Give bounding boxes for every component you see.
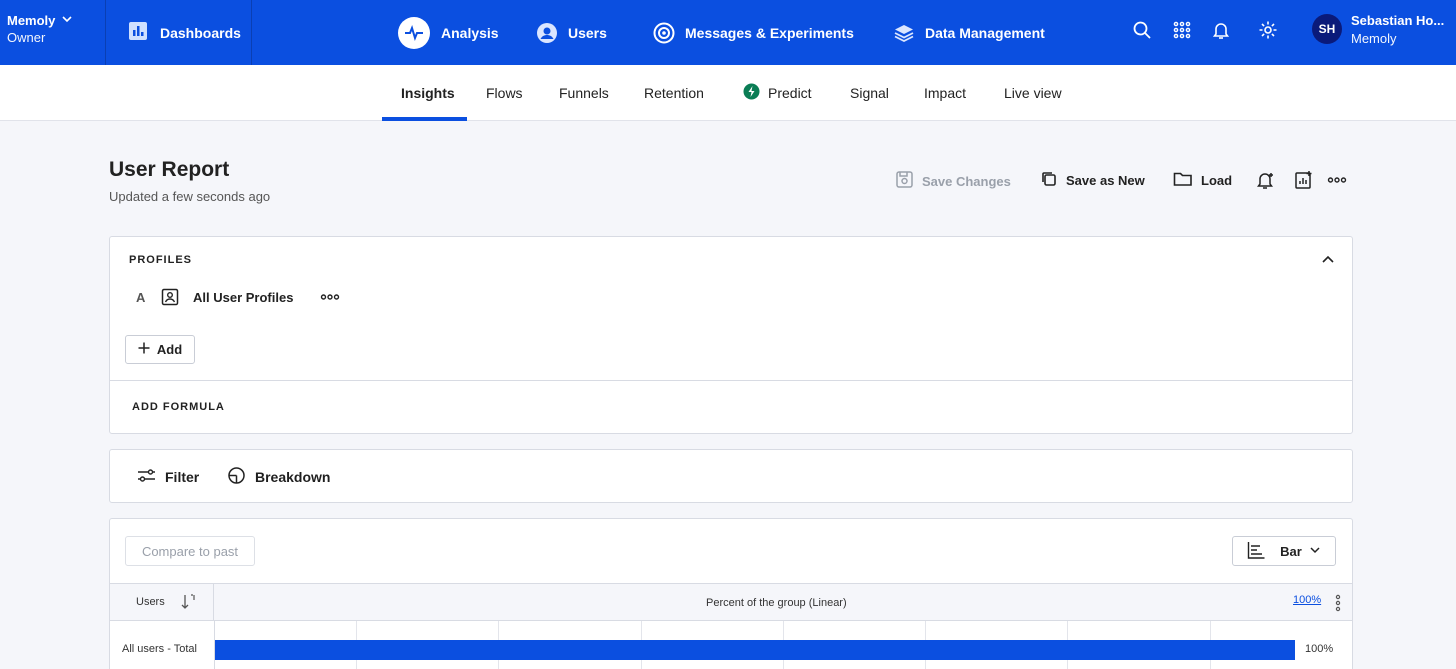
result-bar[interactable]: [215, 640, 1295, 660]
filter-icon: [137, 466, 156, 488]
profile-label[interactable]: All User Profiles: [193, 290, 293, 305]
layers-icon: [893, 22, 915, 44]
tab-signal[interactable]: Signal: [850, 65, 889, 121]
sub-nav: Insights Flows Funnels Retention Predict…: [0, 65, 1456, 121]
tab-impact[interactable]: Impact: [924, 65, 966, 121]
add-formula-button[interactable]: ADD FORMULA: [132, 401, 225, 413]
filter-card: Filter Breakdown: [109, 449, 1353, 503]
profile-more-icon[interactable]: [320, 287, 340, 312]
org-name: Memoly: [7, 13, 56, 28]
add-to-dashboard-icon[interactable]: [1294, 170, 1314, 190]
lightning-icon: [743, 83, 760, 103]
row-label: All users - Total: [122, 643, 197, 655]
scale-toggle[interactable]: 100%: [1293, 594, 1321, 606]
avatar[interactable]: SH: [1312, 14, 1342, 44]
dashboards-link[interactable]: Dashboards: [106, 0, 252, 65]
breakdown-button[interactable]: Breakdown: [227, 466, 330, 488]
target-icon: [653, 22, 675, 44]
bar-chart-icon: [1247, 541, 1265, 562]
top-bar: Memoly Owner Dashboards Analysis Users M…: [0, 0, 1456, 65]
row-letter: A: [136, 290, 146, 305]
table-header: Users Percent of the group (Linear) 100%: [110, 583, 1352, 621]
divider: [110, 380, 1352, 381]
nav-analysis[interactable]: Analysis: [397, 0, 499, 65]
save-changes-button[interactable]: Save Changes: [895, 170, 1011, 192]
tab-funnels[interactable]: Funnels: [559, 65, 609, 121]
tab-predict[interactable]: Predict: [743, 65, 812, 121]
nav-data-management[interactable]: Data Management: [893, 0, 1045, 65]
sort-icon[interactable]: [180, 593, 198, 616]
updated-status: Updated a few seconds ago: [109, 189, 271, 204]
gear-icon[interactable]: [1257, 19, 1279, 41]
user-menu[interactable]: Sebastian Ho... Memoly: [1351, 13, 1444, 46]
more-options-icon[interactable]: [1327, 170, 1347, 190]
compare-to-past-button[interactable]: Compare to past: [125, 536, 255, 566]
nav-users-label: Users: [568, 24, 607, 41]
active-tab-indicator: [382, 117, 467, 121]
nav-messages-experiments[interactable]: Messages & Experiments: [653, 0, 854, 65]
chevron-down-icon: [1309, 544, 1321, 559]
column-menu-icon[interactable]: [1332, 593, 1344, 618]
org-role: Owner: [7, 30, 46, 45]
chevron-down-icon: [61, 13, 73, 28]
user-org: Memoly: [1351, 31, 1397, 46]
chevron-up-icon[interactable]: [1320, 252, 1336, 273]
nav-users[interactable]: Users: [536, 0, 607, 65]
filter-button[interactable]: Filter: [137, 466, 199, 488]
add-alert-icon[interactable]: [1256, 170, 1276, 190]
percent-column-header: Percent of the group (Linear): [706, 597, 847, 609]
apps-grid-icon[interactable]: [1171, 19, 1193, 41]
org-switcher[interactable]: Memoly Owner: [0, 0, 106, 65]
nav-data-label: Data Management: [925, 24, 1045, 41]
dashboard-icon: [128, 21, 148, 44]
save-icon: [895, 170, 914, 192]
profiles-heading: PROFILES: [129, 254, 193, 266]
user-name: Sebastian Ho...: [1351, 13, 1445, 28]
chart-type-select[interactable]: Bar: [1232, 536, 1336, 566]
tab-retention[interactable]: Retention: [644, 65, 704, 121]
folder-icon: [1173, 170, 1193, 191]
tab-live-view[interactable]: Live view: [1004, 65, 1062, 121]
user-icon: [536, 22, 558, 44]
results-card: Compare to past Bar Users Percent of the…: [109, 518, 1353, 669]
profile-card-icon: [161, 288, 179, 311]
tab-flows[interactable]: Flows: [486, 65, 523, 121]
nav-messages-label: Messages & Experiments: [685, 24, 854, 41]
add-profile-button[interactable]: Add: [125, 335, 195, 364]
tab-insights[interactable]: Insights: [401, 65, 455, 121]
bar-value-label: 100%: [1305, 643, 1334, 655]
bell-icon[interactable]: [1210, 19, 1232, 41]
search-icon[interactable]: [1131, 19, 1153, 41]
analysis-icon: [397, 16, 431, 50]
users-column-header: Users: [136, 596, 165, 608]
plus-icon: [138, 342, 150, 357]
profiles-card: PROFILES A All User Profiles Add ADD FOR…: [109, 236, 1353, 434]
dashboards-label: Dashboards: [160, 24, 241, 41]
load-button[interactable]: Load: [1173, 170, 1232, 191]
copy-icon: [1040, 170, 1058, 191]
pie-icon: [227, 466, 246, 488]
save-as-new-button[interactable]: Save as New: [1040, 170, 1145, 191]
page-title: User Report: [109, 158, 230, 181]
nav-analysis-label: Analysis: [441, 24, 499, 41]
